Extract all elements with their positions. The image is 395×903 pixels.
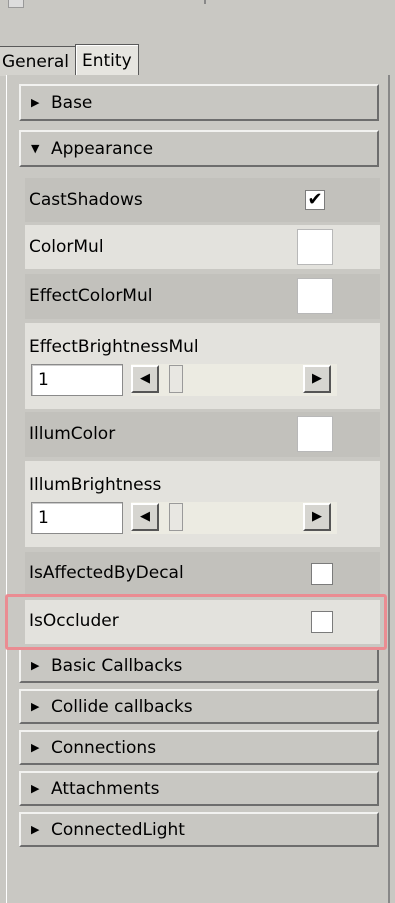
castshadows-checkbox[interactable]: ✔	[305, 190, 325, 210]
property-label: IsAffectedByDecal	[29, 563, 184, 583]
top-toolbar-fragment	[0, 0, 395, 40]
section-label: Attachments	[51, 778, 160, 799]
property-row-isoccluder: IsOccluder	[25, 600, 380, 644]
arrow-left-icon[interactable]: ◀	[131, 503, 159, 531]
property-row-isaffectedbydecal: IsAffectedByDecal	[25, 552, 380, 595]
arrow-right-icon[interactable]: ▶	[303, 503, 331, 531]
partial-control	[8, 0, 24, 8]
property-row-effectcolormul: EffectColorMul	[25, 274, 380, 319]
section-connections-header[interactable]: ▶ Connections	[19, 730, 379, 765]
section-basic-callbacks-header[interactable]: ▶ Basic Callbacks	[19, 648, 379, 683]
section-attachments-header[interactable]: ▶ Attachments	[19, 771, 379, 806]
property-row-effectbrightnessmul: EffectBrightnessMul 1 ◀ ▶	[25, 323, 380, 409]
colormul-swatch[interactable]	[297, 229, 333, 265]
section-label: Connections	[51, 737, 157, 758]
section-connected-light-header[interactable]: ▶ ConnectedLight	[19, 812, 379, 847]
tab-entity[interactable]: Entity	[75, 44, 139, 76]
slider-thumb[interactable]	[169, 503, 183, 531]
property-label: EffectBrightnessMul	[29, 337, 199, 357]
section-base-header[interactable]: ▶ Base	[19, 84, 379, 121]
arrow-right-icon[interactable]: ▶	[303, 365, 331, 393]
illumbrightness-input[interactable]: 1	[31, 502, 123, 534]
tab-bar: General Entity	[0, 44, 139, 76]
isaffectedbydecal-checkbox[interactable]	[311, 563, 333, 585]
property-label: IllumColor	[29, 424, 116, 444]
section-collide-callbacks-header[interactable]: ▶ Collide callbacks	[19, 689, 379, 724]
effectcolormul-swatch[interactable]	[297, 278, 333, 314]
effectbrightnessmul-slider[interactable]: ◀ ▶	[131, 364, 337, 396]
chevron-down-icon: ▼	[31, 142, 40, 155]
property-row-castshadows: CastShadows ✔	[25, 178, 380, 222]
section-label: ConnectedLight	[51, 819, 185, 840]
chevron-right-icon: ▶	[31, 782, 40, 795]
partial-mark	[204, 0, 206, 4]
chevron-right-icon: ▶	[31, 741, 40, 754]
property-label: EffectColorMul	[29, 286, 153, 306]
illumcolor-swatch[interactable]	[297, 416, 333, 452]
chevron-right-icon: ▶	[31, 700, 40, 713]
section-label: Base	[51, 92, 93, 113]
property-row-illumcolor: IllumColor	[25, 412, 380, 457]
properties-panel: ▶ Base ▼ Appearance CastShadows ✔ ColorM…	[6, 75, 390, 903]
chevron-right-icon: ▶	[31, 823, 40, 836]
isoccluder-checkbox[interactable]	[311, 611, 333, 633]
illumbrightness-slider[interactable]: ◀ ▶	[131, 502, 337, 534]
tab-general[interactable]: General	[0, 46, 76, 76]
property-label: ColorMul	[29, 237, 104, 257]
property-row-colormul: ColorMul	[25, 225, 380, 269]
property-row-illumbrightness: IllumBrightness 1 ◀ ▶	[25, 461, 380, 547]
section-label: Collide callbacks	[51, 696, 193, 717]
arrow-left-icon[interactable]: ◀	[131, 365, 159, 393]
slider-thumb[interactable]	[169, 365, 183, 393]
effectbrightnessmul-input[interactable]: 1	[31, 364, 123, 396]
property-label: IsOccluder	[29, 611, 119, 631]
section-label: Appearance	[51, 138, 154, 159]
property-label: IllumBrightness	[29, 475, 162, 495]
property-label: CastShadows	[29, 190, 143, 210]
chevron-right-icon: ▶	[31, 96, 40, 109]
section-appearance-header[interactable]: ▼ Appearance	[19, 130, 379, 167]
section-label: Basic Callbacks	[51, 655, 183, 676]
chevron-right-icon: ▶	[31, 659, 40, 672]
